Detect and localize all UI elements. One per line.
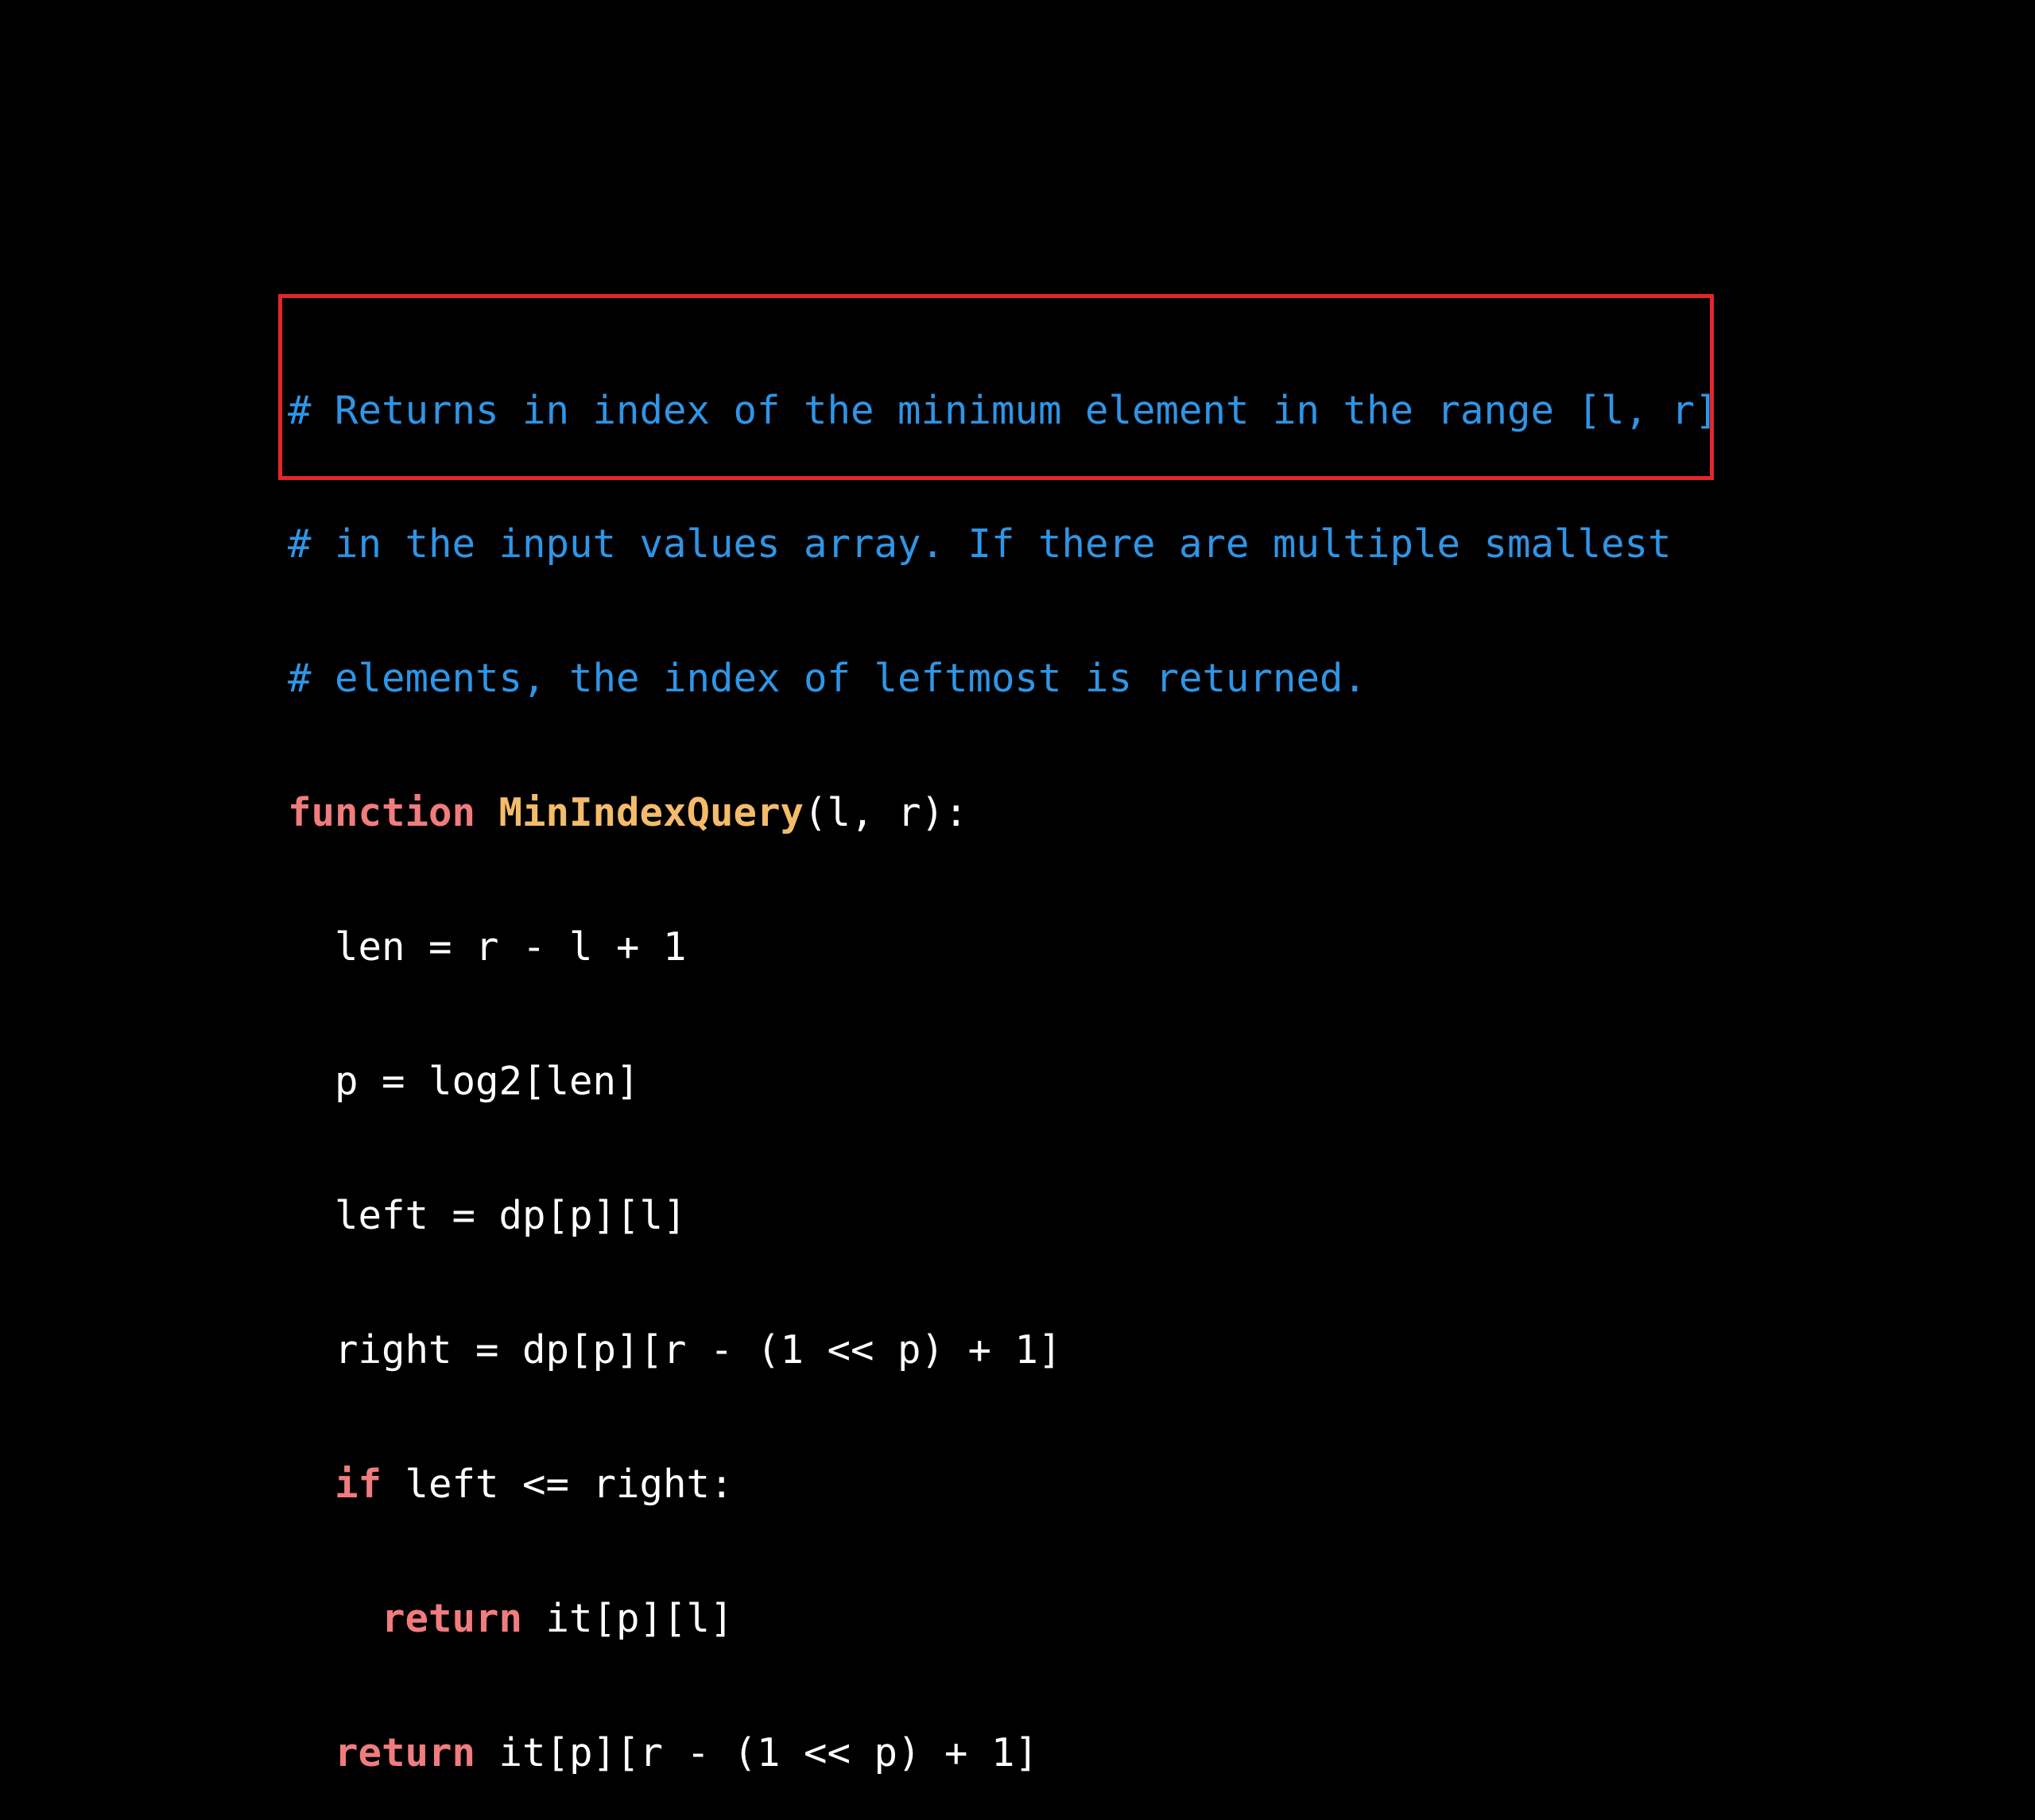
code-line-right: right = dp[p][r - (1 << p) + 1] [288,1326,1719,1373]
return-keyword-1: return [382,1595,523,1641]
if-keyword: if [335,1461,382,1507]
function-name: MinIndexQuery [498,790,804,836]
code-line-p-text: p = log2[len] [335,1059,640,1105]
if-condition: left <= right: [382,1461,734,1507]
code-line-left-text: left = dp[p][l] [335,1192,687,1238]
comment-line-1: # Returns in index of the minimum elemen… [288,387,1719,433]
code-line-return-2: return it[p][r - (1 << p) + 1] [288,1729,1719,1775]
code-line-if: if left <= right: [288,1462,1719,1507]
code-line-left: left = dp[p][l] [288,1192,1719,1238]
code-line-len: len = r - l + 1 [288,925,1719,970]
code-line-right-text: right = dp[p][r - (1 << p) + 1] [335,1326,1062,1373]
function-params: (l, r): [804,790,968,836]
code-line-return-1: return it[p][l] [288,1595,1719,1641]
code-block: # Returns in index of the minimum elemen… [288,299,1719,1820]
code-line-len-text: len = r - l + 1 [335,924,687,970]
comment-line-2: # in the input values array. If there ar… [288,521,1672,567]
return-expression-1: it[p][l] [522,1595,734,1641]
function-keyword: function [288,790,476,836]
comment-line-3: # elements, the index of leftmost is ret… [288,656,1367,702]
return-keyword-2: return [335,1729,476,1775]
return-expression-2: it[p][r - (1 << p) + 1] [475,1729,1039,1775]
code-line-p: p = log2[len] [288,1059,1719,1104]
function-signature-line: function MinIndexQuery(l, r): [288,791,1719,835]
